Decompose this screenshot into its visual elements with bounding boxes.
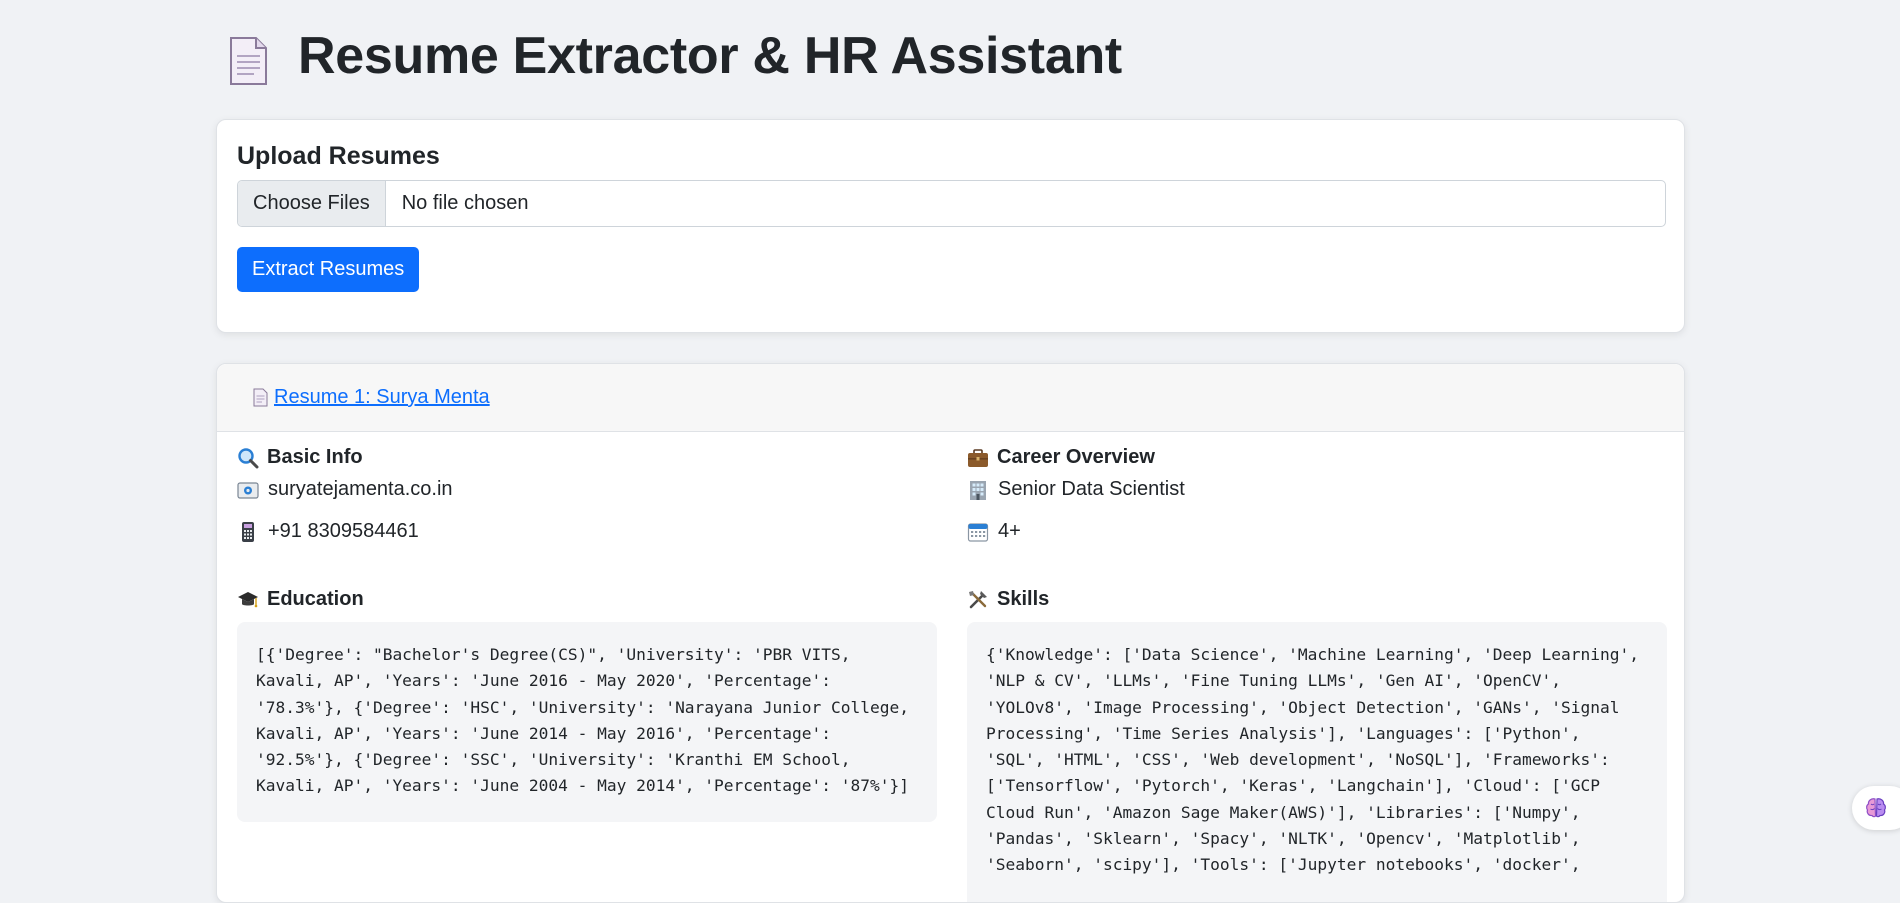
email-icon — [237, 481, 259, 499]
education-label: Education — [267, 588, 364, 610]
file-status-text: No file chosen — [401, 192, 529, 214]
resume-link-label: Resume 1: Surya Menta — [274, 386, 490, 408]
upload-heading: Upload Resumes — [237, 142, 440, 170]
email-row: suryatejamenta.co.in — [237, 478, 453, 501]
brain-icon — [1866, 798, 1886, 818]
skills-content: {'Knowledge': ['Data Science', 'Machine … — [967, 622, 1667, 902]
phone-value: +91 8309584461 — [268, 520, 419, 542]
basic-info-label: Basic Info — [267, 446, 363, 468]
resume-card-header: Resume 1: Surya Menta — [217, 364, 1684, 432]
phone-icon — [242, 521, 254, 542]
calendar-icon — [967, 522, 989, 542]
upload-card: Upload Resumes Choose Files No file chos… — [216, 119, 1685, 333]
skills-heading: Skills — [967, 588, 1049, 611]
resume-toggle-link[interactable]: Resume 1: Surya Menta — [253, 386, 490, 409]
resume-card: Resume 1: Surya Menta Basic Info suryate… — [216, 363, 1685, 903]
email-value: suryatejamenta.co.in — [268, 478, 453, 500]
graduation-cap-icon — [238, 591, 258, 607]
choose-files-button[interactable]: Choose Files — [238, 181, 386, 226]
experience-row: 4+ — [967, 520, 1021, 543]
role-value: Senior Data Scientist — [998, 478, 1185, 500]
education-heading: Education — [237, 588, 364, 611]
basic-info-heading: Basic Info — [237, 446, 363, 469]
role-row: Senior Data Scientist — [967, 478, 1185, 501]
page-title: Resume Extractor & HR Assistant — [298, 27, 1122, 85]
skills-label: Skills — [997, 588, 1050, 610]
magnifier-icon — [238, 447, 259, 468]
document-icon — [253, 388, 268, 407]
document-icon — [228, 36, 268, 86]
experience-value: 4+ — [998, 520, 1021, 542]
extract-resumes-button[interactable]: Extract Resumes — [237, 247, 420, 292]
page-header: Resume Extractor & HR Assistant — [216, 0, 1685, 120]
assistant-launcher-button[interactable] — [1852, 786, 1900, 830]
briefcase-icon — [968, 448, 988, 467]
app-container: Resume Extractor & HR Assistant Upload R… — [216, 0, 1685, 903]
tools-icon — [969, 590, 987, 608]
phone-row: +91 8309584461 — [237, 520, 419, 543]
career-overview-heading: Career Overview — [967, 446, 1155, 469]
office-building-icon — [970, 480, 986, 500]
career-overview-label: Career Overview — [997, 446, 1155, 468]
education-content: [{'Degree': "Bachelor's Degree(CS)", 'Un… — [237, 622, 937, 822]
file-input[interactable]: Choose Files No file chosen — [237, 180, 1666, 227]
